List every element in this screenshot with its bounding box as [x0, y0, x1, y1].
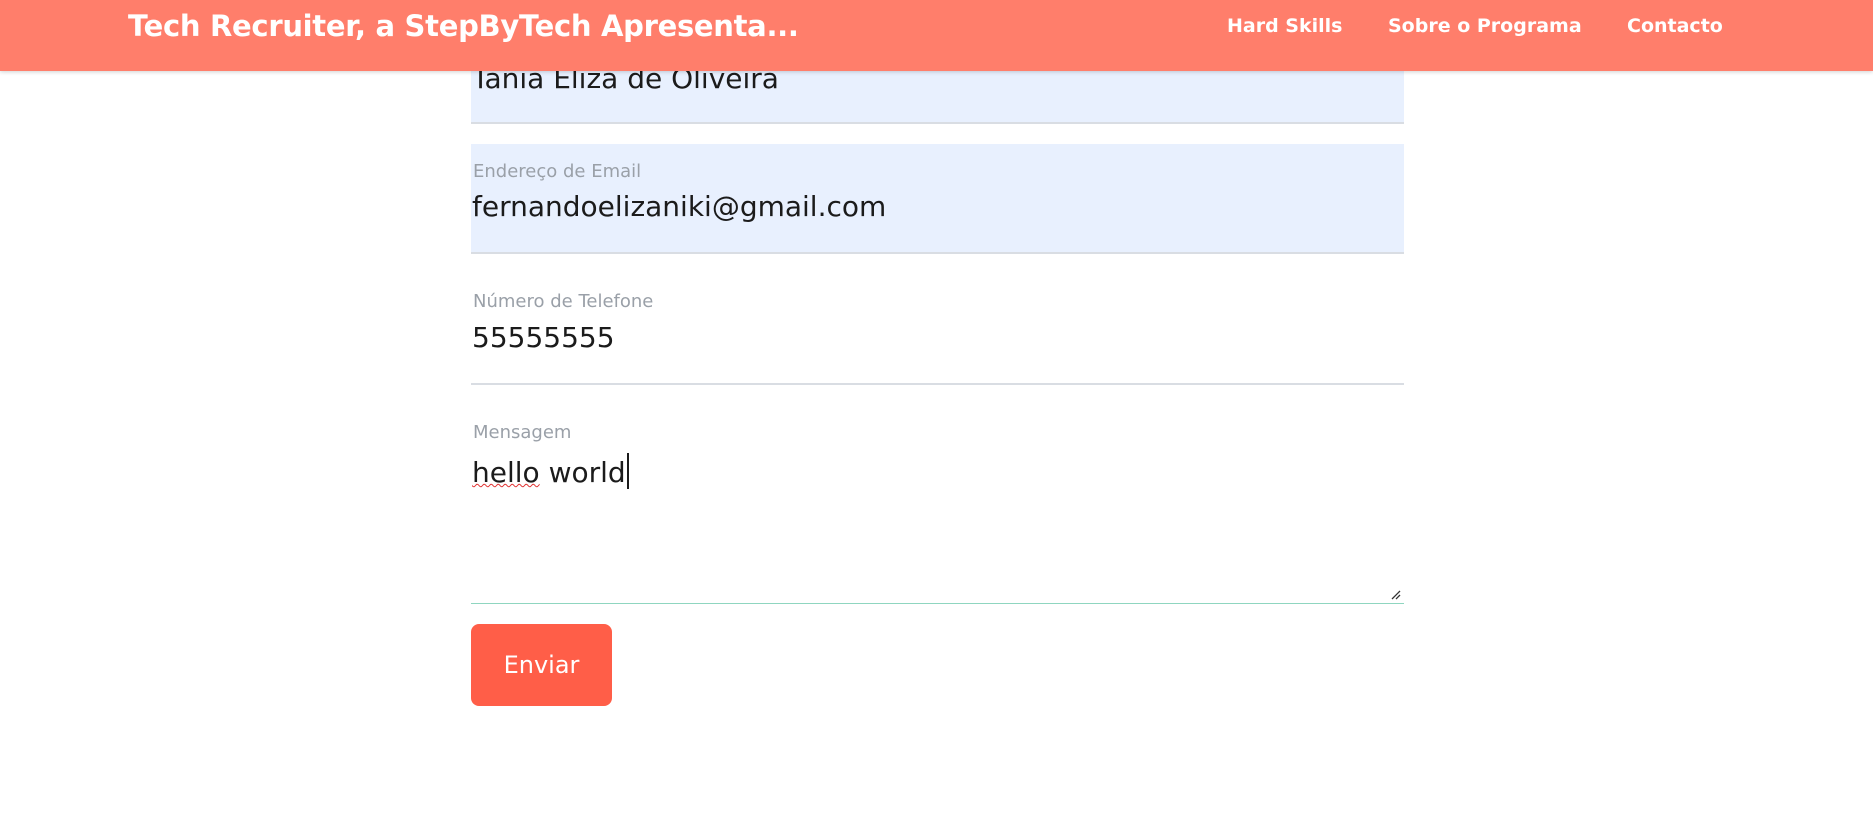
resize-handle-icon[interactable] — [1389, 588, 1401, 600]
brand-title[interactable]: Tech Recruiter, a StepByTech Apresenta..… — [128, 9, 799, 43]
nav-link-sobre-o-programa[interactable]: Sobre o Programa — [1388, 15, 1582, 37]
email-label: Endereço de Email — [473, 161, 642, 182]
message-rest: world — [539, 456, 626, 489]
message-value: hello world — [472, 453, 629, 489]
message-label: Mensagem — [473, 422, 572, 443]
nav-link-contacto[interactable]: Contacto — [1627, 15, 1723, 37]
phone-value: 55555555 — [472, 321, 615, 354]
phone-label: Número de Telefone — [473, 291, 654, 312]
email-value: fernandoelizaniki@gmail.com — [472, 190, 887, 223]
email-field[interactable]: Endereço de Email fernandoelizaniki@gmai… — [471, 144, 1404, 254]
phone-field[interactable]: Número de Telefone 55555555 — [471, 274, 1404, 385]
spellcheck-word: hello — [472, 456, 540, 489]
text-caret — [626, 453, 629, 489]
navbar: Tech Recruiter, a StepByTech Apresenta..… — [0, 0, 1873, 71]
send-button[interactable]: Enviar — [471, 624, 612, 706]
message-textarea[interactable]: Mensagem hello world — [471, 404, 1404, 604]
nav-link-hard-skills[interactable]: Hard Skills — [1227, 15, 1342, 37]
